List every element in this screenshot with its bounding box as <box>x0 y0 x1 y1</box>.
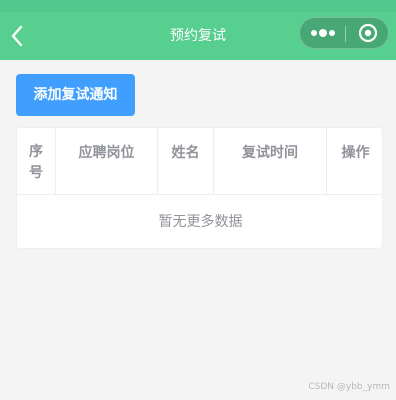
back-button[interactable] <box>8 24 28 48</box>
close-button[interactable] <box>346 18 390 48</box>
mini-program-capsule <box>299 17 389 49</box>
column-header-position: 应聘岗位 <box>56 128 158 195</box>
column-label: 操作 <box>341 145 370 161</box>
column-header-index: 序号 <box>17 128 56 195</box>
column-label: 应聘岗位 <box>78 145 135 161</box>
navigation-bar: 预约复试 <box>0 12 396 60</box>
more-dots-icon <box>311 29 335 37</box>
column-header-name: 姓名 <box>158 128 214 195</box>
column-header-retest-time: 复试时间 <box>214 128 327 195</box>
column-label: 序号 <box>29 144 43 181</box>
status-strip <box>0 0 396 12</box>
empty-state-text: 暂无更多数据 <box>158 214 243 230</box>
column-label: 姓名 <box>171 145 200 161</box>
chevron-left-icon <box>11 25 23 47</box>
watermark: CSDN @ybb_ymm <box>308 382 390 392</box>
more-button[interactable] <box>300 18 345 48</box>
column-label: 复试时间 <box>242 145 298 161</box>
table-header: 序号 应聘岗位 姓名 复试时间 操作 <box>17 128 382 195</box>
target-close-icon <box>358 23 378 43</box>
add-retest-notice-button[interactable]: 添加复试通知 <box>16 74 135 116</box>
column-header-actions: 操作 <box>327 128 382 195</box>
retest-table: 序号 应聘岗位 姓名 复试时间 操作 暂无更多数据 <box>16 127 383 249</box>
